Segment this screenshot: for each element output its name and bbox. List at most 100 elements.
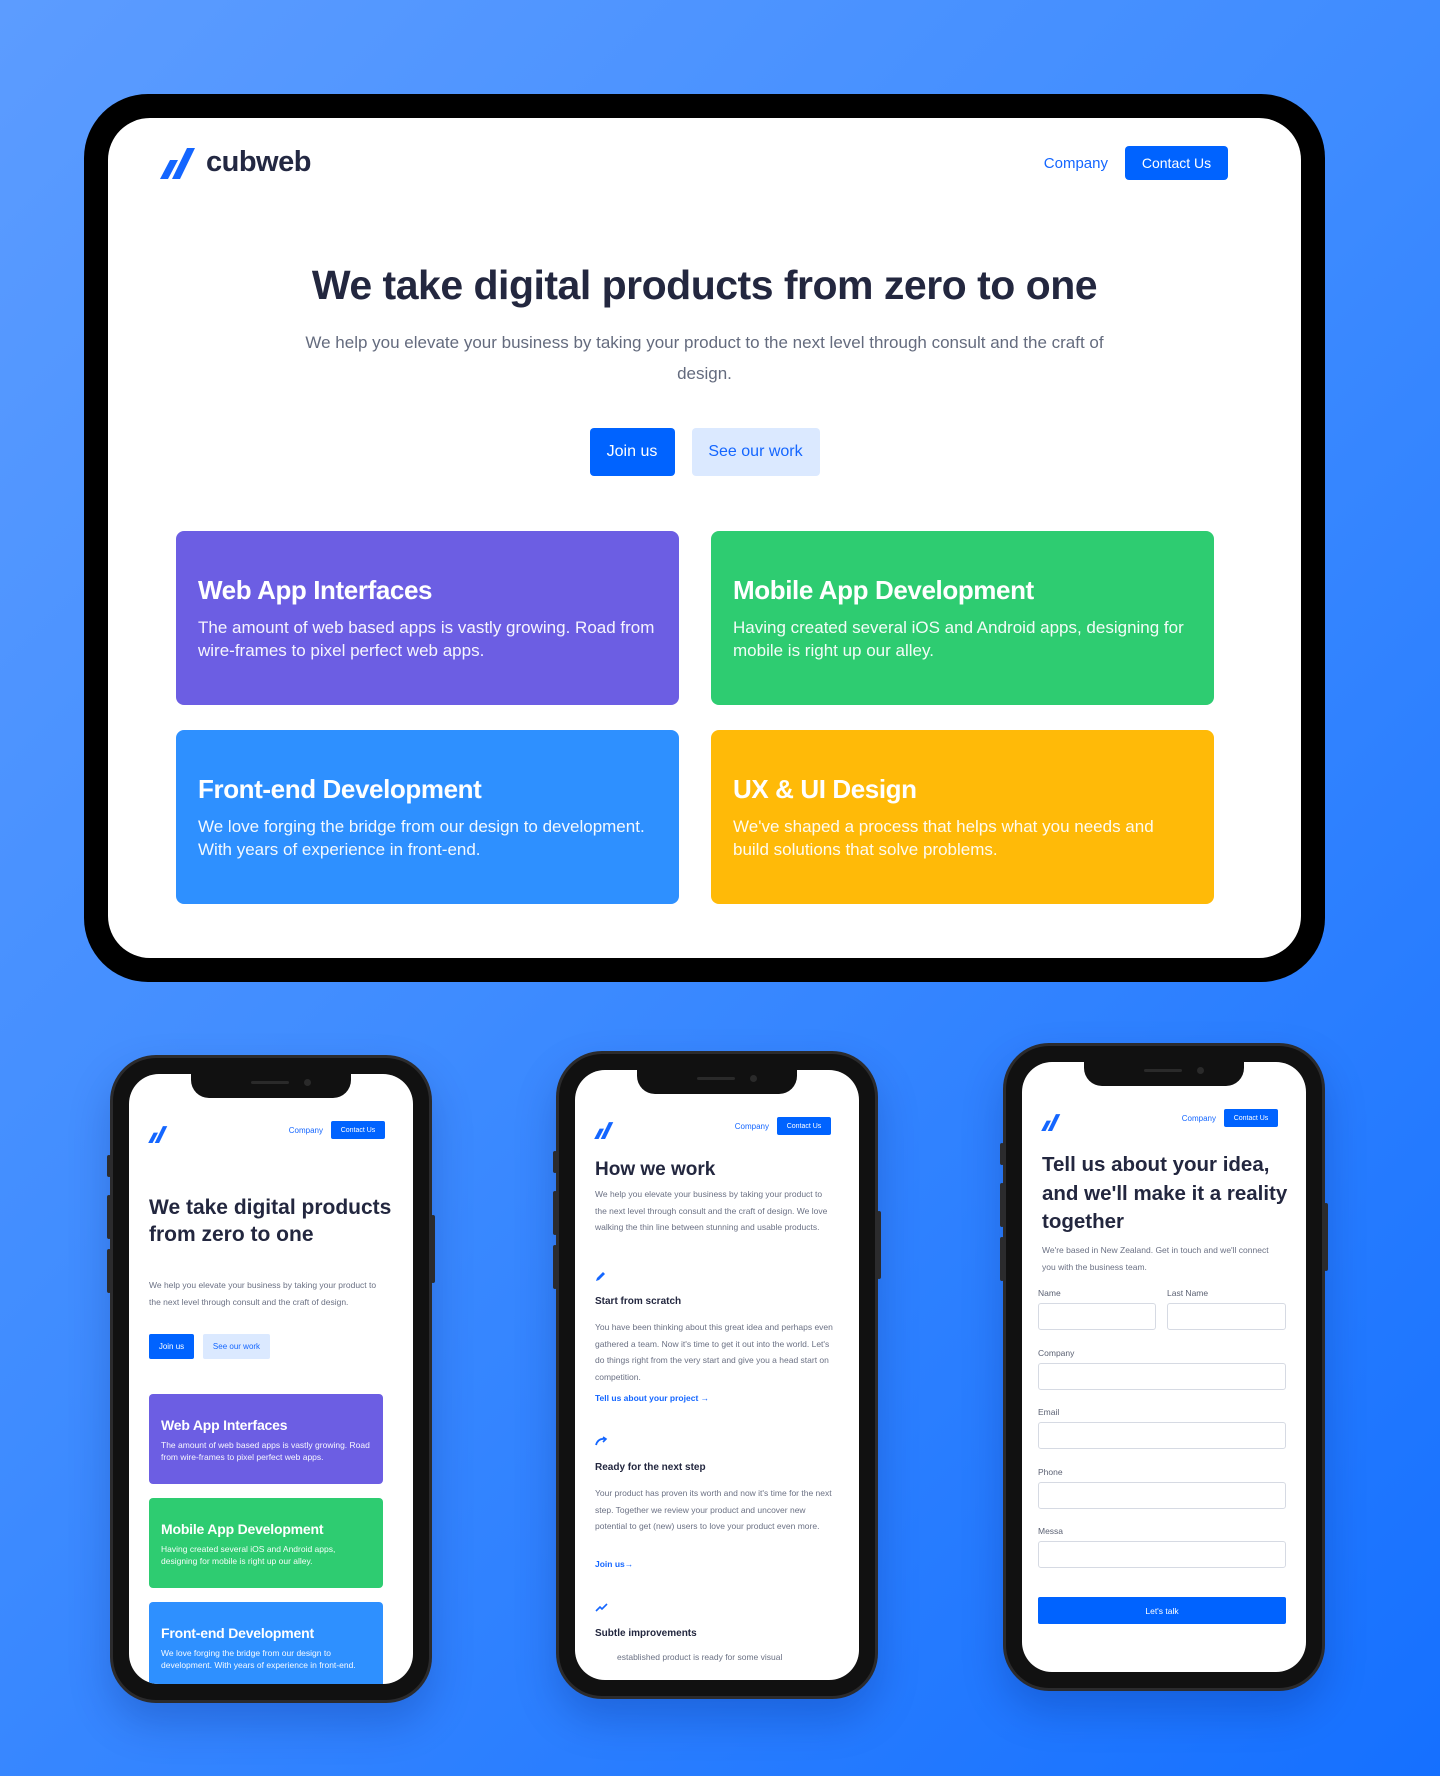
service-card-web-app[interactable]: Web App Interfaces The amount of web bas…: [149, 1394, 383, 1484]
service-title: Front-end Development: [198, 774, 482, 804]
join-us-link[interactable]: Join us→: [595, 1559, 633, 1569]
phone-screen: Company Contact Us Tell us about your id…: [1022, 1062, 1306, 1672]
nav-company-link[interactable]: Company: [1182, 1114, 1216, 1123]
company-label: Company: [1038, 1348, 1075, 1358]
phone-volume-up: [1000, 1183, 1004, 1227]
phone-volume-down: [553, 1245, 557, 1289]
company-field[interactable]: [1038, 1363, 1286, 1390]
phone-volume-up: [107, 1195, 111, 1239]
contact-us-button[interactable]: Contact Us: [777, 1117, 831, 1135]
service-title: UX & UI Design: [733, 774, 917, 804]
last-name-field[interactable]: [1167, 1303, 1286, 1330]
brand-logo[interactable]: cubweb: [160, 146, 311, 179]
service-title: Web App Interfaces: [198, 575, 433, 605]
phone-notch: [191, 1074, 351, 1098]
phone-power-button: [1324, 1203, 1328, 1271]
name-label: Name: [1038, 1288, 1061, 1298]
trend-icon: [595, 1602, 608, 1615]
brand-logo[interactable]: [148, 1125, 168, 1143]
phone-power-button: [877, 1211, 881, 1279]
hero-buttons: Join us See our work: [108, 428, 1301, 476]
top-nav: Company Contact Us: [1182, 1109, 1278, 1127]
hero-subtitle: We help you elevate your business by tak…: [149, 1280, 377, 1307]
phone-volume-down: [1000, 1237, 1004, 1281]
service-text: The amount of web based apps is vastly g…: [161, 1440, 370, 1462]
contact-us-button[interactable]: Contact Us: [331, 1121, 385, 1139]
service-card-front-end[interactable]: Front-end Development We love forging th…: [176, 730, 679, 904]
service-title: Mobile App Development: [733, 575, 1034, 605]
service-title: Front-end Development: [161, 1625, 314, 1641]
step-title: Ready for the next step: [595, 1462, 706, 1473]
phone-notch: [637, 1070, 797, 1094]
how-we-work-intro: We help you elevate your business by tak…: [595, 1189, 828, 1232]
service-card-front-end[interactable]: Front-end Development We love forging th…: [149, 1602, 383, 1684]
name-field[interactable]: [1038, 1303, 1156, 1330]
step-title: Subtle improvements: [595, 1628, 697, 1639]
message-label: Messa: [1038, 1526, 1064, 1536]
service-title: Web App Interfaces: [161, 1417, 288, 1433]
hero-title: We take digital products from zero to on…: [311, 262, 1098, 308]
site-header: cubweb Company Contact Us: [108, 118, 1301, 208]
phone-mute-switch: [553, 1151, 557, 1173]
nav-company-link[interactable]: Company: [735, 1122, 769, 1131]
brand-name: cubweb: [206, 146, 311, 178]
service-text: The amount of web based apps is vastly g…: [198, 618, 655, 660]
phone-label: Phone: [1038, 1467, 1063, 1477]
contact-title: Tell us about your idea, and we'll make …: [1042, 1153, 1288, 1233]
nav-company-link[interactable]: Company: [289, 1126, 323, 1135]
phone-how-we-work: Company Contact Us How we work We help y…: [553, 1051, 881, 1699]
contact-intro: We're based in New Zealand. Get in touch…: [1042, 1245, 1269, 1272]
service-title: Mobile App Development: [161, 1521, 324, 1537]
phone-mute-switch: [1000, 1143, 1004, 1165]
nav-company-link[interactable]: Company: [1044, 155, 1108, 172]
see-our-work-button[interactable]: See our work: [203, 1334, 270, 1359]
email-field[interactable]: [1038, 1422, 1286, 1449]
phone-volume-down: [107, 1249, 111, 1293]
join-us-button[interactable]: Join us: [589, 428, 675, 476]
service-text: We love forging the bridge from our desi…: [161, 1648, 356, 1670]
pencil-icon: [595, 1270, 607, 1285]
brand-logo[interactable]: [594, 1121, 614, 1139]
service-card-ux-ui[interactable]: UX & UI Design We've shaped a process th…: [711, 730, 1214, 904]
lets-talk-button[interactable]: Let's talk: [1038, 1597, 1286, 1624]
cubweb-logo-icon: [148, 1126, 168, 1143]
top-nav: Company Contact Us: [735, 1117, 831, 1135]
hero-buttons: Join us See our work: [149, 1334, 270, 1359]
service-text: Having created several iOS and Android a…: [733, 618, 1184, 660]
see-our-work-button[interactable]: See our work: [691, 428, 820, 476]
phone-contact: Company Contact Us Tell us about your id…: [1000, 1043, 1328, 1691]
cubweb-logo-icon: [160, 148, 195, 179]
service-card-mobile-app[interactable]: Mobile App Development Having created se…: [711, 531, 1214, 705]
service-text: We love forging the bridge from our desi…: [198, 817, 645, 859]
join-us-button[interactable]: Join us: [149, 1334, 194, 1359]
service-text: We've shaped a process that helps what y…: [733, 817, 1154, 859]
phone-screen: Company Contact Us How we work We help y…: [575, 1070, 859, 1680]
service-text: Having created several iOS and Android a…: [161, 1544, 336, 1566]
phone-notch: [1084, 1062, 1244, 1086]
phone-home: Company Contact Us We take digital produ…: [107, 1055, 435, 1703]
phone-mute-switch: [107, 1155, 111, 1177]
hero-title: We take digital products from zero to on…: [149, 1196, 392, 1246]
hero-subtitle: We help you elevate your business by tak…: [305, 333, 1104, 383]
message-field[interactable]: [1038, 1541, 1286, 1568]
step-text: established product is ready for some vi…: [617, 1652, 783, 1662]
tell-us-about-project-link[interactable]: Tell us about your project →: [595, 1393, 709, 1403]
contact-us-button[interactable]: Contact Us: [1224, 1109, 1278, 1127]
step-text: You have been thinking about this great …: [595, 1322, 833, 1382]
how-we-work-title: How we work: [595, 1159, 716, 1180]
top-nav: Company Contact Us: [1044, 146, 1228, 180]
email-label: Email: [1038, 1407, 1060, 1417]
brand-logo[interactable]: [1041, 1113, 1061, 1131]
step-title: Start from scratch: [595, 1296, 682, 1307]
phone-power-button: [431, 1215, 435, 1283]
tablet-device: cubweb Company Contact Us We take digita…: [84, 94, 1325, 982]
service-card-mobile-app[interactable]: Mobile App Development Having created se…: [149, 1498, 383, 1588]
phone-field[interactable]: [1038, 1482, 1286, 1509]
contact-us-button[interactable]: Contact Us: [1125, 146, 1228, 180]
service-card-web-app[interactable]: Web App Interfaces The amount of web bas…: [176, 531, 679, 705]
phone-volume-up: [553, 1191, 557, 1235]
phone-screen: Company Contact Us We take digital produ…: [129, 1074, 413, 1684]
cubweb-logo-icon: [594, 1122, 614, 1139]
redo-arrow-icon: [595, 1436, 608, 1449]
step-text: Your product has proven its worth and no…: [595, 1488, 832, 1531]
